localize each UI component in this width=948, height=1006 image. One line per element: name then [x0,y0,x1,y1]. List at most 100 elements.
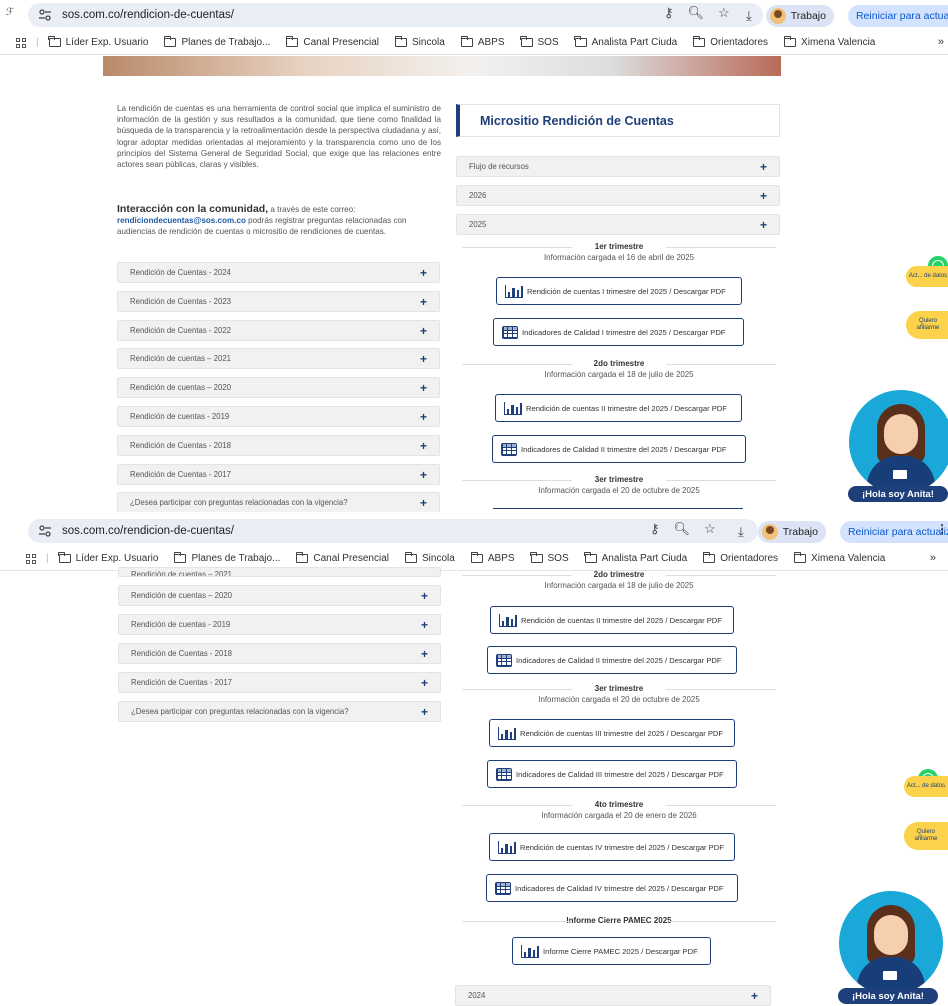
address-actions: ⚷ 🔍︎ ☆ [664,5,730,21]
bookmark-orientadores[interactable]: Orientadores [693,36,768,48]
profile-button[interactable]: Trabajo [765,5,834,27]
update-data-button[interactable]: Act... de datos [904,776,948,797]
accordion-rendicion-2024[interactable]: Rendición de Cuentas - 2024 + [117,262,440,283]
section-flujo-recursos[interactable]: Flujo de recursos + [456,156,780,177]
download-icon[interactable]: ⤓ [738,524,744,540]
bookmarks-bar: | Líder Exp. Usuario Planes de Trabajo..… [0,31,948,55]
expand-icon: + [419,352,427,366]
zoom-icon[interactable]: 🔍︎ [674,521,691,537]
bookmark-lider[interactable]: Líder Exp. Usuario [48,36,148,48]
profile-button[interactable]: Trabajo [757,521,826,543]
restart-update-button[interactable]: Reiniciar para actualizar [847,5,948,27]
accordion-rendicion-2018[interactable]: Rendición de Cuentas - 2018 + [118,643,441,664]
download-report-q1-button[interactable]: Rendición de cuentas I trimestre del 202… [496,277,742,305]
section-2024[interactable]: 2024 + [455,985,771,1006]
bookmark-sincola[interactable]: Sincola [394,36,445,48]
apps-grid-icon[interactable] [16,37,26,48]
address-actions: ⚷ 🔍︎ ☆ [650,521,716,537]
bookmark-star-icon[interactable]: ☆ [704,521,716,537]
folder-icon [703,552,716,563]
accordion-rendicion-2021-clipped[interactable]: Rendición de cuentas – 2021 [118,567,441,577]
screenshot-top: ℱ sos.com.co/rendicion-de-cuentas/ ⚷ 🔍︎ … [0,0,948,512]
microsite-title: Micrositio Rendición de Cuentas [456,104,780,137]
site-info-icon[interactable] [38,8,52,22]
affiliate-button[interactable]: Quiero afiliarme [904,822,948,850]
bookmarks-overflow-icon[interactable]: » [930,552,936,564]
expand-icon: + [420,705,428,719]
expand-icon: + [750,989,758,1003]
password-key-icon[interactable]: ⚷ [650,521,660,537]
folder-icon [693,36,706,47]
site-info-icon[interactable] [38,524,52,538]
accordion-rendicion-2020[interactable]: Rendición de cuentas – 2020 + [118,585,441,606]
update-data-button[interactable]: Act... de datos [906,266,948,287]
download-report-q3-button[interactable]: Rendición de cuentas III trimestre del 2… [489,719,735,747]
password-key-icon[interactable]: ⚷ [664,5,674,21]
accordion-rendicion-2023[interactable]: Rendición de Cuentas - 2023 + [117,291,440,312]
download-pamec-button[interactable]: Informe Cierre PAMEC 2025 / Descargar PD… [512,937,711,965]
accordion-rendicion-2020[interactable]: Rendición de cuentas – 2020 + [117,377,440,398]
folder-icon [404,552,417,563]
address-bar[interactable]: sos.com.co/rendicion-de-cuentas/ [28,3,763,27]
download-report-q2-button[interactable]: Rendición de cuentas II trimestre del 20… [495,394,742,422]
chrome-menu-icon[interactable]: ⋮ [936,522,948,536]
download-report-q2-button[interactable]: Rendición de cuentas II trimestre del 20… [490,606,734,634]
folder-icon [460,36,473,47]
bookmark-abps[interactable]: ABPS [460,36,505,48]
download-icon[interactable]: ⤓ [746,8,752,24]
accordion-participar[interactable]: ¿Desea participar con preguntas relacion… [118,701,441,722]
section-2025[interactable]: 2025 + [456,214,780,235]
address-bar-row: ℱ sos.com.co/rendicion-de-cuentas/ ⚷ 🔍︎ … [0,0,948,30]
bookmark-abps[interactable]: ABPS [470,552,515,564]
download-indicators-q2-button[interactable]: Indicadores de Calidad II trimestre del … [492,435,746,463]
toolbar-right: ⤓ Trabajo Reiniciar para actualizar [746,5,948,27]
anita-chat-label[interactable]: ¡Hola soy Anita! [838,988,938,1004]
folder-icon [783,36,797,47]
download-indicators-q2-button[interactable]: Indicadores de Calidad II trimestre del … [487,646,737,674]
bookmark-ximena[interactable]: Ximena Valencia [783,36,875,48]
folder-icon [286,36,299,47]
anita-avatar[interactable] [839,891,943,995]
zoom-icon[interactable]: 🔍︎ [688,5,705,21]
bookmark-sos[interactable]: SOS [520,36,559,48]
bookmark-planes[interactable]: Planes de Trabajo... [174,552,280,564]
anita-avatar[interactable] [849,390,948,494]
bookmark-analista[interactable]: Analista Part Ciuda [584,552,687,564]
bookmark-orientadores[interactable]: Orientadores [703,552,778,564]
accordion-rendicion-2018[interactable]: Rendición de Cuentas - 2018 + [117,435,440,456]
bookmark-ximena[interactable]: Ximena Valencia [793,552,885,564]
download-indicators-q4-button[interactable]: Indicadores de Calidad IV trimestre del … [486,874,738,902]
bookmark-canal[interactable]: Canal Presencial [286,36,379,48]
anita-chat-label[interactable]: ¡Hola soy Anita! [848,486,948,502]
accordion-rendicion-2019[interactable]: Rendición de cuentas - 2019 + [117,406,440,427]
bookmark-sincola[interactable]: Sincola [404,552,455,564]
screenshot-bottom: sos.com.co/rendicion-de-cuentas/ ⚷ 🔍︎ ☆ … [0,512,948,1006]
expand-icon: + [759,189,767,203]
bookmark-star-icon[interactable]: ☆ [718,5,730,21]
table-icon [495,881,511,895]
bookmark-lider[interactable]: Líder Exp. Usuario [58,552,158,564]
bookmark-canal[interactable]: Canal Presencial [296,552,389,564]
bookmark-analista[interactable]: Analista Part Ciuda [574,36,677,48]
bookmark-sos[interactable]: SOS [530,552,569,564]
affiliate-button[interactable]: Quiero afiliarme [906,311,948,339]
accordion-participar[interactable]: ¿Desea participar con preguntas relacion… [117,492,440,512]
accordion-rendicion-2019[interactable]: Rendición de cuentas - 2019 + [118,614,441,635]
bookmarks-overflow-icon[interactable]: » [938,36,944,48]
download-indicators-q1-button[interactable]: Indicadores de Calidad I trimestre del 2… [493,318,744,346]
accordion-rendicion-2022[interactable]: Rendición de Cuentas - 2022 + [117,320,440,341]
accordion-rendicion-2021[interactable]: Rendición de cuentas – 2021 + [117,348,440,369]
bookmark-planes[interactable]: Planes de Trabajo... [164,36,270,48]
quarter-1-loaded: Información cargada el 16 de abril de 20… [543,253,695,262]
restart-update-button[interactable]: Reiniciar para actualizar [839,521,948,543]
accordion-rendicion-2017[interactable]: Rendición de Cuentas - 2017 + [117,464,440,485]
tab-strip-fragment: ℱ [6,7,14,18]
accordion-rendicion-2017[interactable]: Rendición de Cuentas - 2017 + [118,672,441,693]
download-report-q4-button[interactable]: Rendición de cuentas IV trimestre del 20… [489,833,735,861]
contact-email-link[interactable]: rendiciondecuentas@sos.com.co [117,216,246,225]
section-2026[interactable]: 2026 + [456,185,780,206]
download-indicators-q3-button[interactable]: Indicadores de Calidad III trimestre del… [487,760,737,788]
address-bar[interactable]: sos.com.co/rendicion-de-cuentas/ [28,519,758,543]
apps-grid-icon[interactable] [26,553,36,564]
bar-chart-icon [504,401,522,415]
